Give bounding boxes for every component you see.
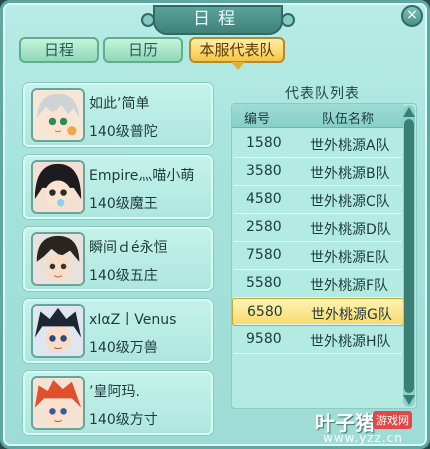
member-card[interactable]: ’皇阿玛. 140级方寸 — [23, 371, 213, 435]
tab-server-team[interactable]: 本服代表队 — [189, 37, 285, 70]
table-row[interactable]: 7580 世外桃源E队 — [232, 242, 404, 270]
team-list-title: 代表队列表 — [285, 86, 360, 102]
member-name: Empire灬喵小萌 — [89, 168, 195, 184]
column-header-id: 编号 — [244, 112, 271, 127]
team-name: 世外桃源B队 — [310, 166, 390, 182]
member-card[interactable]: 如此’简单 140级普陀 — [23, 83, 213, 147]
team-id: 5580 — [246, 275, 282, 291]
site-watermark: 叶子猪 游戏网 www.yzz.cn — [315, 407, 427, 447]
team-id: 3580 — [246, 163, 282, 179]
team-id: 1580 — [246, 135, 282, 151]
table-row-selected[interactable]: 6580 世外桃源G队 — [232, 298, 404, 326]
team-list-header: 编号 队伍名称 — [232, 104, 404, 128]
member-card[interactable]: Empire灬喵小萌 140级魔王 — [23, 155, 213, 219]
team-id: 6580 — [247, 304, 283, 320]
avatar — [31, 160, 85, 214]
scroll-down-arrow-icon[interactable] — [403, 395, 415, 407]
team-id: 4580 — [246, 191, 282, 207]
member-level: 140级魔王 — [89, 196, 158, 212]
tab-schedule[interactable]: 日程 — [19, 37, 99, 63]
member-level: 140级普陀 — [89, 124, 158, 140]
team-id: 9580 — [246, 331, 282, 347]
team-name: 世外桃源A队 — [310, 138, 390, 154]
member-name: 如此’简单 — [89, 96, 150, 112]
watermark-url: www.yzz.cn — [323, 431, 403, 445]
team-list-panel: 编号 队伍名称 1580 世外桃源A队 3580 世外桃源B队 4580 世外桃… — [231, 103, 417, 409]
team-id: 2580 — [246, 219, 282, 235]
member-level: 140级万兽 — [89, 340, 158, 356]
scrollbar[interactable] — [403, 105, 415, 407]
avatar — [31, 304, 85, 358]
window-title: 日程 — [141, 5, 295, 35]
table-row[interactable]: 3580 世外桃源B队 — [232, 158, 404, 186]
member-name: 瞬间ｄé永恒 — [89, 240, 168, 256]
avatar — [31, 232, 85, 286]
member-name: ’皇阿玛. — [89, 384, 140, 400]
table-row[interactable]: 5580 世外桃源F队 — [232, 270, 404, 298]
watermark-tag: 游戏网 — [373, 411, 412, 429]
table-row[interactable]: 9580 世外桃源H队 — [232, 326, 404, 354]
team-name: 世外桃源D队 — [310, 222, 391, 238]
member-card[interactable]: xIαZ丨Venus 140级万兽 — [23, 299, 213, 363]
close-button[interactable]: × — [401, 5, 423, 27]
member-list: 如此’简单 140级普陀 Empire灬喵小萌 140级魔王 瞬间ｄé永恒 14… — [23, 83, 213, 438]
team-name: 世外桃源E队 — [310, 250, 389, 266]
member-name: xIαZ丨Venus — [89, 312, 177, 328]
scroll-up-arrow-icon[interactable] — [403, 105, 415, 117]
table-row[interactable]: 2580 世外桃源D队 — [232, 214, 404, 242]
team-name: 世外桃源F队 — [310, 278, 389, 294]
schedule-window: 日程 × 日程 日历 本服代表队 如此’简单 140级普陀 Empire灬喵小萌… — [0, 0, 430, 449]
column-header-name: 队伍名称 — [322, 112, 375, 127]
table-row[interactable]: 4580 世外桃源C队 — [232, 186, 404, 214]
member-card[interactable]: 瞬间ｄé永恒 140级五庄 — [23, 227, 213, 291]
member-level: 140级方寸 — [89, 412, 158, 428]
avatar — [31, 376, 85, 430]
tab-calendar[interactable]: 日历 — [103, 37, 183, 63]
scroll-thumb[interactable] — [404, 119, 414, 393]
team-name: 世外桃源H队 — [310, 334, 391, 350]
avatar — [31, 88, 85, 142]
team-id: 7580 — [246, 247, 282, 263]
team-name: 世外桃源G队 — [311, 307, 392, 323]
team-name: 世外桃源C队 — [310, 194, 390, 210]
table-row[interactable]: 1580 世外桃源A队 — [232, 130, 404, 158]
member-level: 140级五庄 — [89, 268, 158, 284]
